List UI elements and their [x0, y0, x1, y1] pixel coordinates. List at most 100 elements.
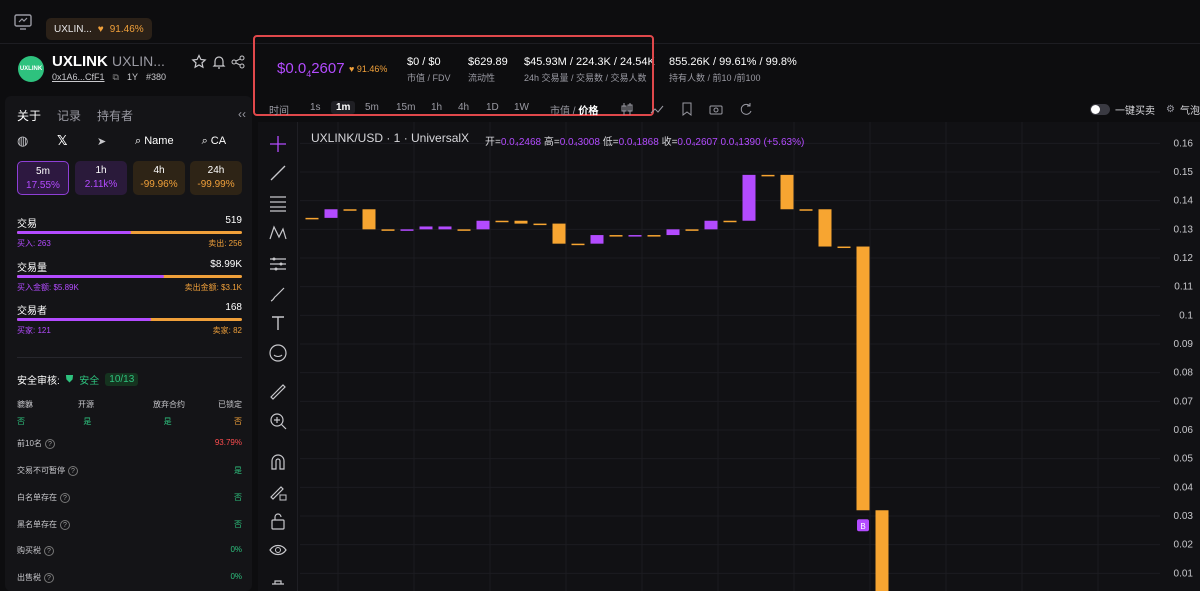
x-icon[interactable]: 𝕏 [57, 133, 83, 149]
period-1h[interactable]: 1h 2.11k% [75, 161, 127, 195]
trendline-icon[interactable] [268, 163, 288, 183]
help-icon: ? [60, 493, 70, 503]
volume-bar [17, 275, 242, 278]
name-search-button[interactable]: ⌕ Name [135, 135, 174, 148]
tf-1h[interactable]: 1h [431, 102, 442, 113]
candle [837, 246, 851, 249]
one-click-label: 一键买卖 [1115, 106, 1155, 117]
candle [457, 229, 471, 231]
period-4h[interactable]: 4h -99.96% [133, 161, 185, 195]
tf-1m[interactable]: 1m [331, 101, 356, 114]
candle [666, 229, 680, 236]
trades-bar [17, 231, 242, 234]
help-icon: ? [44, 546, 54, 556]
candle [609, 235, 623, 237]
y-tick-label: 0.12 [1174, 253, 1194, 264]
candle [875, 510, 889, 591]
eye-icon[interactable] [268, 540, 288, 560]
holders-stat: 855.26K / 99.61% / 99.8% 持有人数 / 前10 /前100 [669, 56, 797, 83]
globe-icon[interactable]: ◍ [17, 133, 43, 149]
y-tick-label: 0.15 [1174, 167, 1194, 178]
candle [704, 220, 718, 230]
candle [438, 226, 452, 230]
trash-icon[interactable] [268, 578, 288, 591]
tf-15m[interactable]: 15m [396, 102, 415, 113]
indicator-icon[interactable] [650, 102, 664, 116]
tf-time[interactable]: 时间 [269, 102, 289, 117]
trades-row: 交易 519 [17, 215, 242, 230]
security-item: 黑名单存在? 否 [17, 520, 242, 530]
tf-1w[interactable]: 1W [514, 102, 529, 113]
sliders-icon[interactable] [268, 254, 288, 274]
trades-split: 买入: 263 卖出: 256 [17, 239, 242, 248]
token-tab-pct: 91.46% [109, 23, 144, 35]
candle [419, 226, 433, 230]
one-click-toggle[interactable]: 一键买卖 ⚙ 气泡 [1090, 102, 1200, 117]
candle [780, 174, 794, 210]
candle [590, 235, 604, 244]
lock-icon[interactable] [268, 511, 288, 531]
candle [799, 209, 813, 211]
lock-draw-icon[interactable] [268, 482, 288, 502]
telegram-icon[interactable]: ➤ [97, 135, 123, 148]
text-icon[interactable] [268, 313, 288, 333]
collapse-sidebar-button[interactable]: ‹‹ [238, 107, 246, 121]
tab-records[interactable]: 记录 [57, 107, 81, 124]
tab-holders[interactable]: 持有者 [97, 107, 133, 124]
buy-marker-label: B [860, 522, 865, 531]
emoji-icon[interactable] [268, 343, 288, 363]
star-icon[interactable] [191, 54, 207, 70]
y-tick-label: 0.07 [1174, 396, 1194, 407]
token-meta: 0x1A6...CfF1 ⧉ 1Y #380 [52, 72, 166, 83]
y-tick-label: 0.08 [1174, 368, 1194, 379]
y-tick-label: 0.16 [1174, 138, 1194, 149]
token-age: 1Y [126, 72, 138, 82]
zoom-in-icon[interactable] [268, 411, 288, 431]
candle [647, 235, 661, 237]
candle [362, 209, 376, 230]
shield-check-icon: ⛊ [65, 374, 74, 385]
y-tick-label: 0.06 [1174, 425, 1194, 436]
candle [343, 209, 357, 211]
ca-search-button[interactable]: ⌕ CA [202, 135, 227, 148]
toggle-switch[interactable] [1090, 104, 1110, 115]
bubble-icon[interactable]: ⚙ [1166, 104, 1175, 115]
fib-icon[interactable] [268, 193, 288, 213]
candlestick-chart[interactable]: 0.16 0.15 0.14 0.13 0.12 0.11 0.1 0.09 0.08 0.07 0… [300, 122, 1200, 591]
candle-type-icon[interactable] [620, 102, 634, 116]
y-tick-label: 0.14 [1174, 196, 1194, 207]
candle [514, 220, 528, 224]
crosshair-icon[interactable] [268, 134, 288, 154]
y-tick-label: 0.03 [1174, 511, 1194, 522]
candle [305, 217, 319, 220]
copy-icon[interactable]: ⧉ [113, 72, 119, 83]
tf-4h[interactable]: 4h [458, 102, 469, 113]
tf-1s[interactable]: 1s [310, 102, 321, 113]
tf-5m[interactable]: 5m [365, 102, 379, 113]
bookmark-icon[interactable] [680, 102, 694, 116]
tab-about[interactable]: 关于 [17, 107, 41, 124]
pattern-icon[interactable] [268, 223, 288, 243]
bell-icon[interactable] [211, 54, 227, 70]
tf-1d[interactable]: 1D [486, 102, 499, 113]
token-tab[interactable]: UXLIN... ♥ 91.46% [46, 18, 152, 40]
token-symbol: UXLINK [52, 53, 108, 70]
security-item: 前10名? 93.79% [17, 438, 242, 449]
period-5m[interactable]: 5m 17.55% [17, 161, 69, 195]
ruler-icon[interactable] [268, 382, 288, 402]
brush-icon[interactable] [268, 284, 288, 304]
help-icon: ? [68, 466, 78, 476]
sidebar-tabs: 关于 记录 持有者 [17, 107, 133, 124]
token-name: UXLINK UXLIN... [52, 53, 165, 70]
candle [381, 229, 395, 231]
candle [495, 220, 509, 223]
y-tick-label: 0.01 [1174, 568, 1194, 579]
share-icon[interactable] [230, 54, 246, 70]
token-address[interactable]: 0x1A6...CfF1 [52, 72, 105, 83]
mcap-price-toggle[interactable]: 市值 / 价格 [550, 102, 598, 117]
monitor-icon[interactable] [14, 14, 32, 30]
refresh-icon[interactable] [739, 102, 753, 116]
magnet-icon[interactable] [268, 452, 288, 472]
period-24h[interactable]: 24h -99.99% [190, 161, 242, 195]
camera-icon[interactable] [709, 102, 723, 116]
